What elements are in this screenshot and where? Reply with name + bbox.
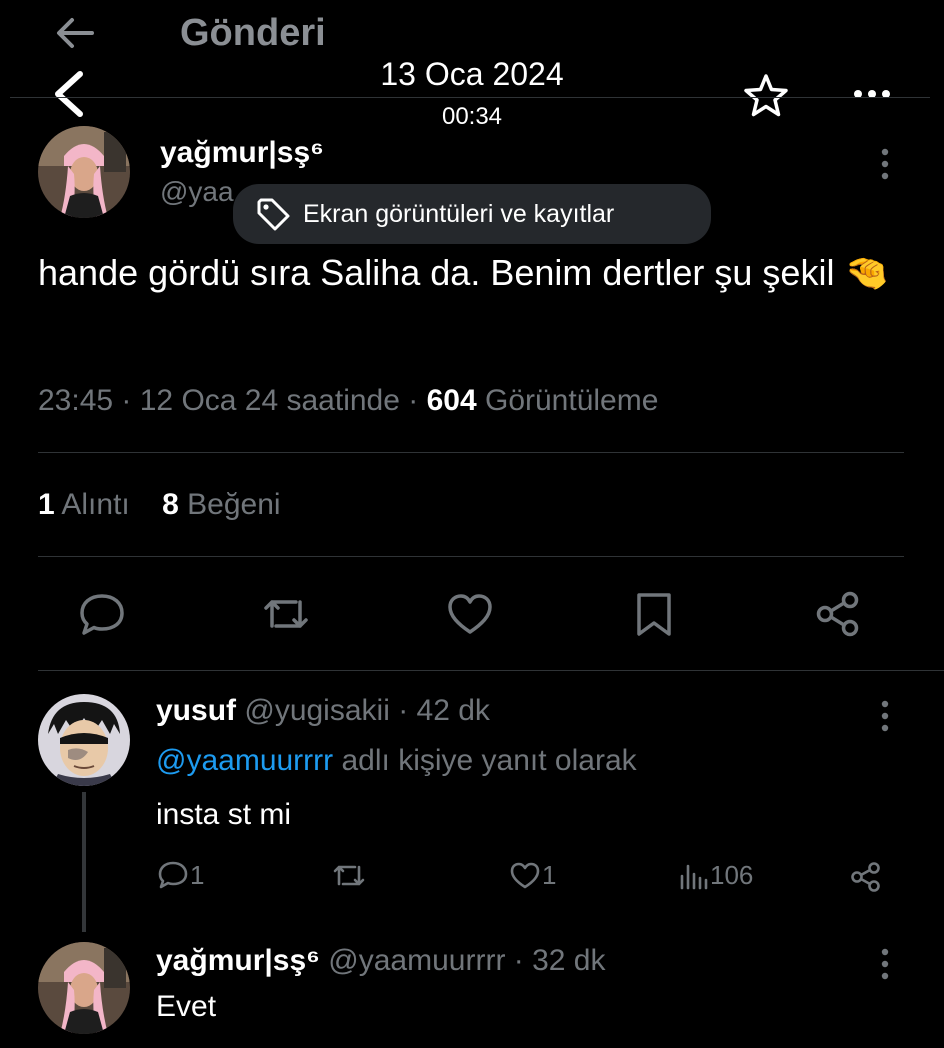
reply-more-icon[interactable] bbox=[878, 698, 892, 734]
back-arrow-icon[interactable] bbox=[52, 10, 98, 56]
tweet-stats: 1 Alıntı 8 Beğeni bbox=[38, 488, 281, 522]
quotes-count: 1 bbox=[38, 488, 55, 521]
reply-text: Evet bbox=[156, 990, 217, 1023]
reply-avatar[interactable] bbox=[38, 942, 130, 1034]
tweet-text-content: hande gördü sıra Saliha da. Benim dertle… bbox=[38, 252, 835, 293]
reply-handle-time[interactable]: @yaamuurrrr · 32 dk bbox=[328, 944, 605, 977]
reply-avatar[interactable] bbox=[38, 694, 130, 786]
reply-share-icon[interactable] bbox=[848, 860, 884, 894]
thread-line bbox=[82, 792, 86, 932]
reply-mention[interactable]: @yaamuurrrr bbox=[156, 744, 333, 777]
reply-reply-button[interactable]: 1 bbox=[156, 858, 204, 892]
viewer-date: 13 Oca 2024 bbox=[380, 56, 564, 92]
like-count: 1 bbox=[542, 859, 557, 890]
reply-views-button[interactable]: 106 bbox=[676, 858, 753, 892]
tweet-timestamp[interactable]: 23:45 · 12 Oca 24 saatinde · bbox=[38, 384, 427, 417]
reply-header: yusuf @yugisakii · 42 dk bbox=[156, 694, 490, 728]
reply-small-icon bbox=[156, 858, 190, 892]
reply-header: yağmur|sş⁶ @yaamuurrrr · 32 dk bbox=[156, 944, 606, 978]
quotes-stat[interactable]: 1 Alıntı bbox=[38, 488, 130, 521]
star-icon[interactable] bbox=[740, 70, 792, 122]
reply-handle-time[interactable]: @yugisakii · 42 dk bbox=[244, 694, 490, 727]
share-icon[interactable] bbox=[810, 586, 866, 642]
views-small-icon bbox=[676, 858, 710, 892]
actions-divider bbox=[38, 670, 944, 671]
avatar[interactable] bbox=[38, 126, 130, 218]
retweet-icon[interactable] bbox=[258, 586, 314, 642]
bookmark-icon[interactable] bbox=[626, 586, 682, 642]
stats-divider bbox=[38, 556, 904, 557]
tweet-more-icon[interactable] bbox=[878, 146, 892, 182]
header-divider bbox=[10, 97, 930, 98]
reply-icon[interactable] bbox=[74, 586, 130, 642]
reply-retweet-button[interactable] bbox=[330, 858, 368, 892]
views-count: 604 bbox=[426, 384, 477, 417]
reply-to-label: adlı kişiye yanıt olarak bbox=[341, 744, 637, 777]
like-icon[interactable] bbox=[442, 586, 498, 642]
tag-icon bbox=[253, 194, 293, 234]
reply-text: insta st mi bbox=[156, 798, 292, 831]
more-options-icon[interactable] bbox=[848, 76, 896, 112]
meta-divider bbox=[38, 452, 904, 453]
screenshots-tooltip[interactable]: Ekran görüntüleri ve kayıtlar bbox=[233, 184, 711, 244]
reply-more-icon[interactable] bbox=[878, 946, 892, 982]
like-small-icon bbox=[508, 858, 542, 892]
tweet-meta: 23:45 · 12 Oca 24 saatinde · 604 Görüntü… bbox=[38, 384, 658, 418]
reply-count: 1 bbox=[190, 859, 205, 890]
retweet-small-icon bbox=[330, 858, 368, 892]
views-label: Görüntüleme bbox=[476, 384, 659, 417]
tooltip-label: Ekran görüntüleri ve kayıtlar bbox=[303, 199, 615, 228]
likes-label: Beğeni bbox=[187, 488, 281, 521]
page-title: Gönderi bbox=[180, 12, 326, 54]
likes-count: 8 bbox=[162, 488, 179, 521]
reply-author-name[interactable]: yusuf bbox=[156, 694, 236, 727]
reply-like-button[interactable]: 1 bbox=[508, 858, 556, 892]
author-name[interactable]: yağmur|sş⁶ bbox=[160, 136, 324, 170]
view-count: 106 bbox=[710, 859, 754, 890]
likes-stat[interactable]: 8 Beğeni bbox=[162, 488, 280, 521]
quotes-label: Alıntı bbox=[61, 488, 130, 521]
reply-author-name[interactable]: yağmur|sş⁶ bbox=[156, 944, 320, 977]
reply-to-line: @yaamuurrrr adlı kişiye yanıt olarak bbox=[156, 744, 637, 778]
author-handle[interactable]: @yaa bbox=[160, 176, 234, 208]
tweet-text: hande gördü sıra Saliha da. Benim dertle… bbox=[38, 246, 918, 300]
viewer-time: 00:34 bbox=[441, 103, 503, 130]
pinching-hand-emoji: 🤏 bbox=[844, 252, 890, 293]
